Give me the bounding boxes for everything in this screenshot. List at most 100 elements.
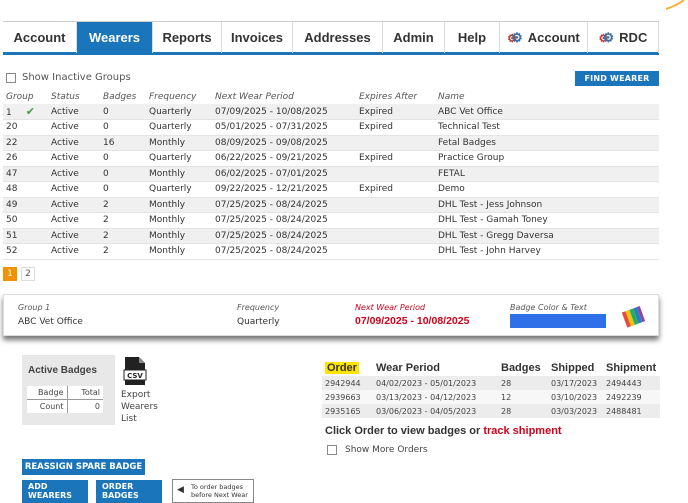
show-more-orders[interactable]: Show More Orders [327,445,428,455]
table-row[interactable]: 2942944 04/02/2023 - 05/01/2023 28 03/17/20… [322,376,660,390]
cell-name-text: Fetal Badges [438,137,496,148]
table-row[interactable]: 51 Active 2 Monthly 07/25/2025 - 08/24/2025 D… [3,228,659,244]
table-row[interactable]: 26 Active 0 Quarterly 06/22/2025 - 09/21/202… [3,150,659,167]
cell-group: 26 [3,150,48,167]
tab-account[interactable]: Account [3,22,77,53]
cell-name-text: Demo [438,184,465,195]
tab-addresses[interactable]: Addresses [293,22,383,53]
tab-account-settings[interactable]: ⚙⚙ Account [500,22,588,53]
cell-badges: 2 [100,243,146,260]
show-inactive-groups[interactable]: Show Inactive Groups [6,72,131,83]
tab-label: Wearers [88,30,141,45]
orders-column-header[interactable]: Order [322,359,373,376]
page-2-button[interactable]: 2 [21,267,35,281]
cell-name-text: DHL Test - Gamah Toney [438,215,548,226]
cell-name: Demo [435,181,659,198]
order-cell-shipped: 03/17/2023 [548,376,603,390]
cell-group-text: 52 [6,246,18,257]
order-cell-badges: 12 [498,390,548,404]
cell-frequency-text: Quarterly [149,106,192,117]
csv-file-icon[interactable]: CSV [121,356,149,386]
csv-icon-text: CSV [127,372,143,380]
table-row[interactable]: 1 ✔ Active 0 Quarterly 07/09/2025 - 10/08/202… [3,104,659,120]
cell-badges: 0 [100,181,146,198]
show-more-orders-label: Show More Orders [345,445,428,455]
find-wearer-button[interactable]: FIND WEARER [575,71,659,86]
order-cell-badges: 28 [498,376,548,390]
order-cell-shipped: 03/10/2023 [548,390,603,404]
order-cell-period: 03/06/2023 - 04/05/2023 [373,404,498,418]
active-badges-table: Badge Total Count 0 [27,386,103,413]
tab-rdc-settings[interactable]: ⚙⚙ RDC [588,22,659,53]
cell-name: FETAL [435,166,659,182]
orders-column-header-text: Badges [501,361,541,374]
cell-period-text: 07/25/2025 - 08/24/2025 [215,246,328,257]
active-badges-panel: Active Badges Badge Total Count 0 [22,355,115,425]
cell-frequency-text: Monthly [149,215,186,226]
tab-reports[interactable]: Reports [153,22,222,53]
table-row[interactable]: 2935165 03/06/2023 - 04/05/2023 28 03/03/20… [322,404,660,418]
table-row[interactable]: 20 Active 0 Quarterly 05/01/2025 - 07/31/202… [3,119,659,136]
cell-name: Practice Group [435,150,659,167]
table-row[interactable]: 22 Active 16 Monthly 08/09/2025 - 09/08/2025… [3,135,659,151]
table-row[interactable]: 50 Active 2 Monthly 07/25/2025 - 08/24/2025 D… [3,212,659,229]
tab-admin[interactable]: Admin [383,22,445,53]
tab-invoices[interactable]: Invoices [222,22,293,53]
order-cell-shipment[interactable]: 2492239 [603,390,660,404]
show-inactive-checkbox[interactable] [6,72,16,83]
cell-status-text: Active [51,122,79,133]
tab-label: Addresses [304,30,371,45]
order-cell-shipment[interactable]: 2488481 [603,404,660,418]
table-row[interactable]: 48 Active 0 Quarterly 09/22/2025 - 12/21/202… [3,181,659,198]
cell-period: 07/25/2025 - 08/24/2025 [212,243,356,260]
order-cell-order[interactable]: 2935165 [322,404,373,418]
tab-wearers[interactable]: Wearers [77,22,153,53]
cell-frequency: Monthly [146,228,212,244]
table-row[interactable]: 52 Active 2 Monthly 07/25/2025 - 08/24/2025 D… [3,243,659,260]
order-badges-button[interactable]: ORDER BADGES [96,480,162,503]
cell-period: 09/22/2025 - 12/21/2025 [212,181,356,198]
export-wearers-list-link[interactable]: Export Wearers List [121,389,161,425]
cell-expires: Expired [356,181,435,198]
cell-name: DHL Test - Gregg Daversa [435,228,659,244]
cell-group-text: 51 [6,230,18,241]
cell-expires [356,166,435,182]
page-1-button[interactable]: 1 [3,267,17,281]
badge-column-header: Badge [27,386,68,400]
cell-badges-text: 0 [103,122,109,133]
cell-expires [356,228,435,244]
cell-badges-text: 2 [103,230,109,241]
tab-help[interactable]: Help [445,22,500,53]
cell-frequency: Quarterly [146,119,212,136]
cell-status: Active [48,166,100,182]
order-cell-badges: 28 [498,404,548,418]
cell-period-text: 07/25/2025 - 08/24/2025 [215,215,328,226]
cell-period: 06/22/2025 - 09/21/2025 [212,150,356,167]
cell-period: 08/09/2025 - 09/08/2025 [212,135,356,151]
reassign-spare-badge-button[interactable]: REASSIGN SPARE BADGE [22,459,145,475]
gears-icon: ⚙⚙ [598,29,615,45]
add-wearers-button[interactable]: ADD WEARERS [22,480,88,503]
cell-name: DHL Test - John Harvey [435,243,659,260]
cell-status: Active [48,243,100,260]
orders-column-header: Badges [498,359,548,376]
track-shipment-link[interactable]: track shipment [483,425,561,437]
table-row[interactable]: 49 Active 2 Monthly 07/25/2025 - 08/24/2025 D… [3,197,659,213]
cell-frequency: Monthly [146,135,212,151]
tooltip-line: before Next Wear [191,491,248,499]
count-row-value: 0 [94,402,100,411]
cell-period: 07/25/2025 - 08/24/2025 [212,197,356,213]
show-more-orders-checkbox[interactable] [327,445,337,455]
cell-group: 52 [3,243,48,260]
active-badges-title: Active Badges [28,365,97,376]
order-cell-order[interactable]: 2942944 [322,376,373,390]
cell-status-text: Active [51,106,79,117]
color-palette-icon[interactable] [621,306,645,328]
order-cell-order[interactable]: 2939663 [322,390,373,404]
orders-column-header: Wear Period [373,359,498,376]
table-row[interactable]: 47 Active 0 Monthly 06/02/2025 - 07/01/2025 F… [3,166,659,182]
table-row[interactable]: 2939663 03/13/2023 - 04/12/2023 12 03/10/20… [322,390,660,404]
cell-badges-text: 0 [103,184,109,195]
cell-group: 50 [3,212,48,229]
order-cell-shipment[interactable]: 2494443 [603,376,660,390]
